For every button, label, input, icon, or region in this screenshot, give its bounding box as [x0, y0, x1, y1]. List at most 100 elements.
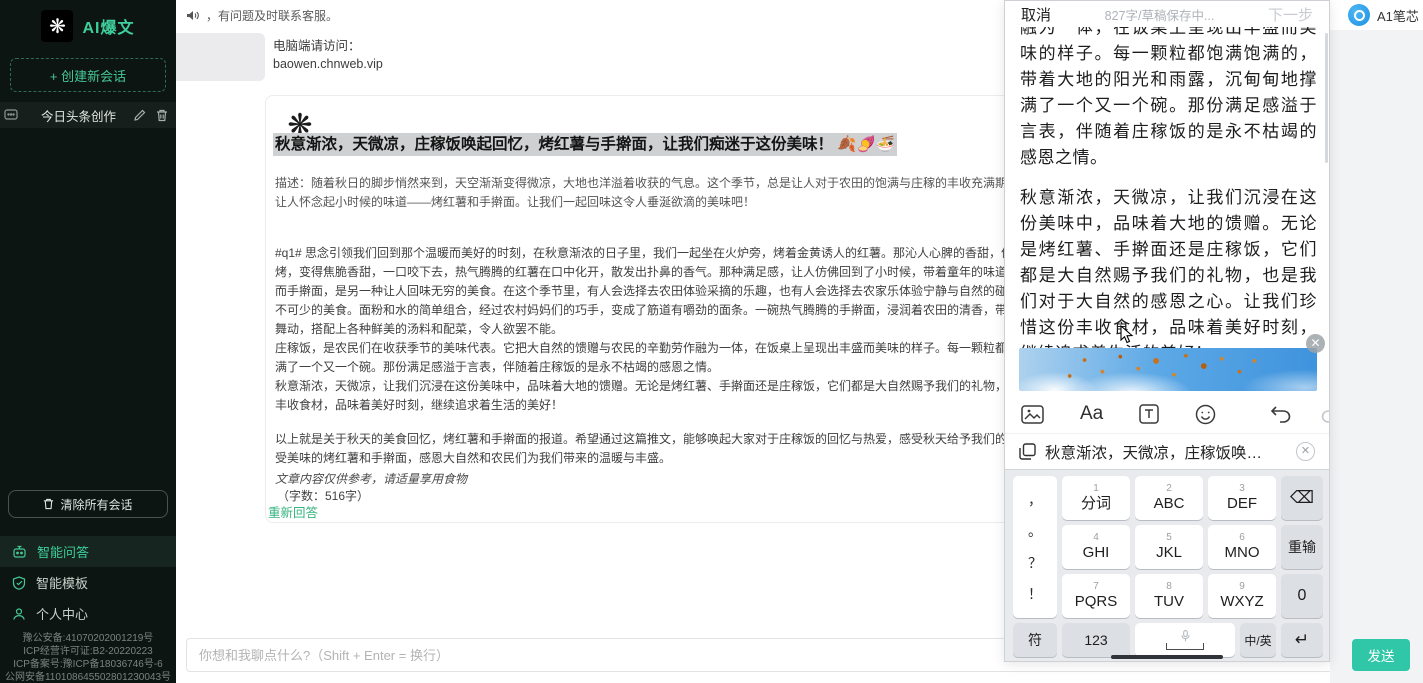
- mic-icon: [1181, 630, 1190, 642]
- body-line: 烤，变得焦脆香甜，一口咬下去，热气腾腾的红薯在口中化开，散发出扑鼻的香气。那种满…: [275, 263, 1115, 282]
- cancel-button[interactable]: 取消: [1021, 4, 1051, 25]
- icp-footer: 豫公安备:41070202001219号ICP经营许可证:B2-20220223…: [0, 632, 176, 683]
- t9-key[interactable]: 7 PQRS: [1062, 574, 1130, 618]
- editor-text[interactable]: 融为一体，在饭桌上呈现出丰盛而美味的样子。每一颗粒都饱满饱满的，带着大地的阳光和…: [1020, 15, 1317, 381]
- t9-grid: 1 分词 2 ABC 3 DEF 4 GHI 5 JKL 6 MNO: [1062, 476, 1276, 618]
- text-block-icon[interactable]: [1139, 404, 1159, 424]
- icp-footer-line: 豫公安备:41070202001219号: [0, 632, 176, 645]
- body-line: 丰收食材，品味着美好时刻，继续追求着生活的美好！: [275, 396, 1115, 415]
- body-line: 而手擀面，是另一种让人回味无穷的美食。在这个季节里，有人会选择去农田体验采摘的乐…: [275, 282, 1115, 301]
- space-key[interactable]: [1135, 623, 1235, 657]
- edit-icon[interactable]: [133, 109, 146, 122]
- body-line: 舞动，搭配上各种鲜美的汤料和配菜，令人欲罢不能。: [275, 320, 1115, 339]
- backspace-key[interactable]: ⌫: [1281, 476, 1323, 520]
- punctuation-symbol[interactable]: 。: [1028, 521, 1042, 541]
- t9-key[interactable]: 1 分词: [1062, 476, 1130, 520]
- trash-icon: [43, 498, 54, 510]
- right-background: [1330, 30, 1423, 683]
- sidebar-item-profile[interactable]: 个人中心: [0, 598, 176, 629]
- t9-key[interactable]: 9 WXYZ: [1208, 574, 1276, 618]
- editor-paragraph: 秋意渐浓，天微凉，让我们沉浸在这份美味中，品味着大地的馈赠。无论是烤红薯、手擀面…: [1020, 185, 1317, 367]
- t9-key[interactable]: 8 TUV: [1135, 574, 1203, 618]
- conversation-item[interactable]: 今日头条创作: [0, 102, 176, 128]
- icp-footer-line: 公网安备110108645502801230043号: [0, 671, 176, 683]
- account-name: A1笔芯: [1377, 6, 1419, 25]
- send-button[interactable]: 发送: [1352, 639, 1410, 671]
- scrolled-message-remnant: [176, 33, 265, 81]
- sidebar-logo: ❋ AI爆文: [0, 0, 176, 44]
- undo-icon[interactable]: [1270, 405, 1292, 423]
- insert-image-icon[interactable]: [1021, 405, 1044, 424]
- clipboard-close-button[interactable]: ✕: [1296, 442, 1315, 461]
- pinyin-keyboard: ，。？！ 1 分词 2 ABC 3 DEF 4 GHI 5 JKL 6: [1005, 469, 1329, 661]
- user-icon: [12, 607, 26, 621]
- closing-line: 受美味的烤红薯和手擀面，感恩大自然和农民们为我们带来的温暖与丰盛。: [275, 449, 1115, 468]
- body-line: 满了一个又一个碗。那份满足感溢于言表，伴随着庄稼饭的是永不枯竭的感恩之情。: [275, 358, 1115, 377]
- t9-key[interactable]: 3 DEF: [1208, 476, 1276, 520]
- app-title: AI爆文: [82, 14, 134, 38]
- clipboard-icon: [1019, 443, 1036, 460]
- sidebar-item-templates[interactable]: 智能模板: [0, 567, 176, 598]
- t9-key[interactable]: 4 GHI: [1062, 525, 1130, 569]
- punctuation-symbol[interactable]: ？: [1028, 553, 1042, 573]
- body-line: 庄稼饭，是农民们在收获季节的美味代表。它把大自然的馈赠与农民的辛勤劳作融为一体，…: [275, 339, 1115, 358]
- t9-key[interactable]: 5 JKL: [1135, 525, 1203, 569]
- service-notice: ，有问题及时联系客服。: [206, 7, 338, 24]
- enter-key[interactable]: ↵: [1281, 623, 1323, 657]
- retype-key[interactable]: 重输: [1281, 525, 1323, 569]
- speaker-icon: [186, 9, 200, 22]
- title-emojis: 🍂🍠🍜: [833, 136, 895, 153]
- language-toggle-key[interactable]: 中/英: [1240, 623, 1276, 657]
- clipboard-text: 秋意渐浓，天微凉，庄稼饭唤…: [1045, 441, 1296, 463]
- account-logo-icon: [1348, 4, 1370, 26]
- numeric-key[interactable]: 123: [1062, 623, 1130, 657]
- regenerate-link[interactable]: 重新回答: [268, 502, 318, 521]
- draft-status: 827字/草稿保存中...: [1051, 5, 1268, 24]
- punctuation-symbol[interactable]: ！: [1028, 584, 1042, 604]
- visit-tip: 电脑端请访问： baowen.chnweb.vip: [273, 37, 383, 73]
- sidebar-item-qa[interactable]: 智能问答: [0, 536, 176, 567]
- sidebar-menu: 智能问答 智能模板 个人中心: [0, 536, 176, 629]
- next-step-button[interactable]: 下一步: [1268, 4, 1313, 25]
- font-style-icon[interactable]: Aa: [1080, 403, 1103, 425]
- chat-bubble-icon: [4, 109, 18, 121]
- new-conversation-button[interactable]: + 创建新会话: [10, 58, 166, 92]
- punctuation-key[interactable]: ， 。 ？ ！: [1013, 476, 1057, 618]
- delete-icon[interactable]: [156, 109, 168, 122]
- t9-key[interactable]: 6 MNO: [1208, 525, 1276, 569]
- redo-icon[interactable]: [1320, 405, 1330, 423]
- article-image: ✕: [1019, 348, 1317, 391]
- symbols-key[interactable]: 符: [1013, 623, 1057, 657]
- article-body: #q1# 思念引领我们回到那个温暖而美好的时刻，在秋意渐浓的日子里，我们一起坐在…: [275, 244, 1115, 415]
- body-line: 秋意渐浓，天微凉，让我们沉浸在这份美味中，品味着大地的馈赠。无论是烤红薯、手擀面…: [275, 377, 1115, 396]
- clear-all-button[interactable]: 清除所有会话: [8, 490, 168, 518]
- body-line: #q1# 思念引领我们回到那个温暖而美好的时刻，在秋意渐浓的日子里，我们一起坐在…: [275, 244, 1115, 263]
- editor-toolbar: Aa: [1005, 395, 1329, 433]
- article-closing: 以上就是关于秋天的美食回忆，烤红薯和手擀面的报道。希望通过这篇推文，能够唤起大家…: [275, 430, 1115, 468]
- disclaimer-text: 文章内容仅供参考，请适量享用食物: [275, 470, 467, 487]
- visit-url[interactable]: baowen.chnweb.vip: [273, 55, 383, 73]
- editor-paragraph: 融为一体，在饭桌上呈现出丰盛而美味的样子。每一颗粒都饱满饱满的，带着大地的阳光和…: [1020, 15, 1317, 171]
- description-line: 让人怀念起小时候的味道——烤红薯和手擀面。让我们一起回味这令人垂涎欲滴的美味吧！: [275, 193, 1115, 212]
- phone-editor-panel: 取消 827字/草稿保存中... 下一步 融为一体，在饭桌上呈现出丰盛而美味的样…: [1004, 0, 1330, 662]
- phone-topbar: 取消 827字/草稿保存中... 下一步: [1005, 1, 1329, 27]
- emoji-icon[interactable]: [1195, 404, 1216, 425]
- app-root: ❋ AI爆文 + 创建新会话 今日头条创作 清除所有会话 智能问答: [0, 0, 1423, 683]
- conversation-title: 今日头条创作: [24, 106, 133, 125]
- icp-footer-line: ICP备案号:豫ICP备18036746号-6: [0, 658, 176, 671]
- punctuation-symbol[interactable]: ，: [1028, 490, 1042, 510]
- description-line: 描述：随着秋日的脚步悄然来到，天空渐渐变得微凉，大地也洋溢着收获的气息。这个季节…: [275, 174, 1115, 193]
- clipboard-bar[interactable]: 秋意渐浓，天微凉，庄稼饭唤… ✕: [1005, 433, 1329, 469]
- image-close-button[interactable]: ✕: [1306, 334, 1325, 353]
- panel-scrollbar[interactable]: [1325, 33, 1328, 163]
- sidebar: ❋ AI爆文 + 创建新会话 今日头条创作 清除所有会话 智能问答: [0, 0, 176, 683]
- article-description: 描述：随着秋日的脚步悄然来到，天空渐渐变得微凉，大地也洋溢着收获的气息。这个季节…: [275, 174, 1115, 212]
- mouse-cursor: [1120, 325, 1134, 345]
- closing-line: 以上就是关于秋天的美食回忆，烤红薯和手擀面的报道。希望通过这篇推文，能够唤起大家…: [275, 430, 1115, 449]
- account-row[interactable]: A1笔芯: [1330, 0, 1423, 30]
- robot-icon: [12, 545, 27, 559]
- zero-key[interactable]: 0: [1281, 574, 1323, 618]
- t9-key[interactable]: 2 ABC: [1135, 476, 1203, 520]
- openai-logo-icon: ❋: [41, 10, 73, 42]
- article-title: 秋意渐浓，天微凉，庄稼饭唤起回忆，烤红薯与手擀面，让我们痴迷于这份美味！ 🍂🍠🍜: [273, 132, 897, 154]
